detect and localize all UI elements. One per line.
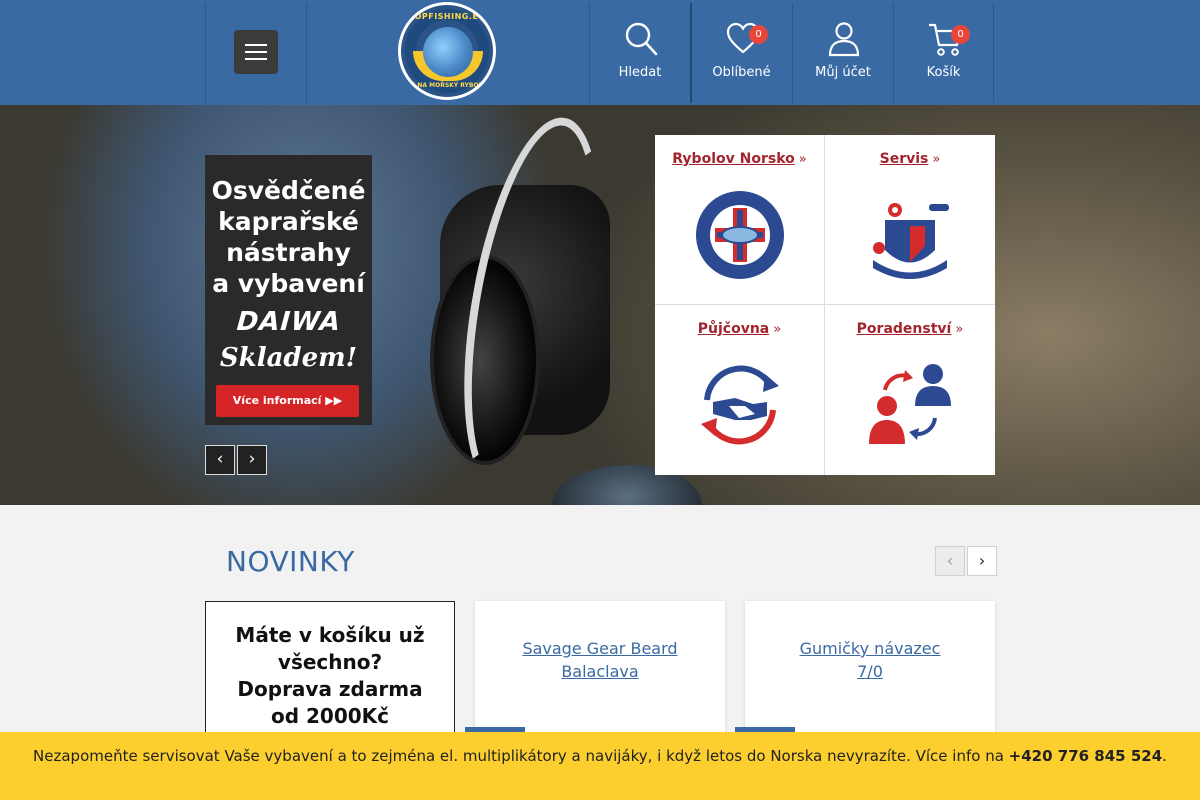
nav-search-label: Hledat [618,65,662,80]
product-name-link[interactable]: Gumičky návazec 7/0 [785,637,955,683]
logo-fish-icon [423,27,473,77]
slider-prev-button[interactable]: ‹ [205,445,235,475]
rental-handshake-icon [701,365,779,445]
service-fishing-norway[interactable]: Rybolov Norsko » [655,135,825,305]
service-title[interactable]: Rybolov Norsko [672,151,794,167]
norway-fishing-logo-icon [696,191,784,279]
promo-stock-text: Skladem! [219,343,358,373]
notice-end: . [1162,747,1167,765]
service-rental[interactable]: Půjčovna » [655,305,825,475]
promo-title-line: Osvědčené [211,176,366,205]
nav-search[interactable]: Hledat [589,3,690,103]
user-icon [828,22,860,57]
services-grid: Rybolov Norsko» Servis» Půjčovna » Porad… [655,135,995,475]
service-tools-icon [873,203,949,279]
notice-phone[interactable]: +420 776 845 524 [1009,747,1162,765]
promo-title: Osvědčené kaprařské nástrahy a vybavení [205,175,372,299]
nav-cart-label: Košík [926,65,961,80]
menu-bar-icon [245,51,267,53]
more-info-button[interactable]: Více informací ▶▶ [216,385,359,417]
free-shipping-line: Máte v košíku už [235,623,425,647]
menu-cell [205,3,307,103]
search-icon [625,22,658,56]
nav-cart[interactable]: 0 Košík [893,3,994,103]
chevron-right-icon: » [798,152,807,167]
logo-bottom-text: VŠE NA MOŘSKÝ RYBOLOV [402,82,492,89]
nav-account-label: Můj účet [815,65,871,80]
chevron-right-icon: » [932,152,941,167]
menu-bar-icon [245,44,267,46]
carousel-prev-button[interactable]: ‹ [935,546,965,576]
daiwa-logo: DAIWA [232,307,345,337]
chevron-right-icon: » [773,322,782,337]
service-title[interactable]: Poradenství [857,321,952,337]
menu-bar-icon [245,58,267,60]
product-name-link[interactable]: Savage Gear Beard Balaclava [515,637,685,683]
promo-title-line: nástrahy [226,238,351,267]
daiwa-promo-banner[interactable]: Osvědčené kaprařské nástrahy a vybavení … [205,155,372,425]
favorites-count-badge: 0 [749,25,768,44]
free-shipping-text: Máte v košíku už všechno? Doprava zdarma… [206,622,454,730]
free-shipping-line: Doprava zdarma [237,677,423,701]
notice-text: Nezapomeňte servisovat Vaše vybavení a t… [33,747,1009,765]
slider-next-button[interactable]: › [237,445,267,475]
service-title[interactable]: Půjčovna [698,321,769,337]
section-title-novinky: NOVINKY [226,545,355,578]
notice-bar: Nezapomeňte servisovat Vaše vybavení a t… [0,732,1200,800]
cart-count-badge: 0 [951,25,970,44]
nav-favorites-label: Oblíbené [712,65,771,80]
advice-people-icon [869,364,951,444]
service-repair[interactable]: Servis» [825,135,995,305]
hamburger-menu-button[interactable] [234,30,278,74]
site-header: TOPFISHING.EU VŠE NA MOŘSKÝ RYBOLOV Hled… [0,0,1200,105]
promo-title-line: kaprařské [218,207,359,236]
site-logo[interactable]: TOPFISHING.EU VŠE NA MOŘSKÝ RYBOLOV [398,2,496,100]
chevron-right-icon: » [955,322,964,337]
nav-favorites[interactable]: 0 Oblíbené [690,3,791,103]
promo-title-line: a vybavení [212,269,365,298]
carousel-next-button[interactable]: › [967,546,997,576]
free-shipping-line: všechno? [277,650,383,674]
free-shipping-line: od 2000Kč [270,704,390,728]
hero-slider: Osvědčené kaprařské nástrahy a vybavení … [0,105,1200,505]
nav-account[interactable]: Můj účet [792,3,893,103]
service-advice[interactable]: Poradenství» [825,305,995,475]
logo-top-text: TOPFISHING.EU [408,12,486,21]
service-title[interactable]: Servis [880,151,929,167]
